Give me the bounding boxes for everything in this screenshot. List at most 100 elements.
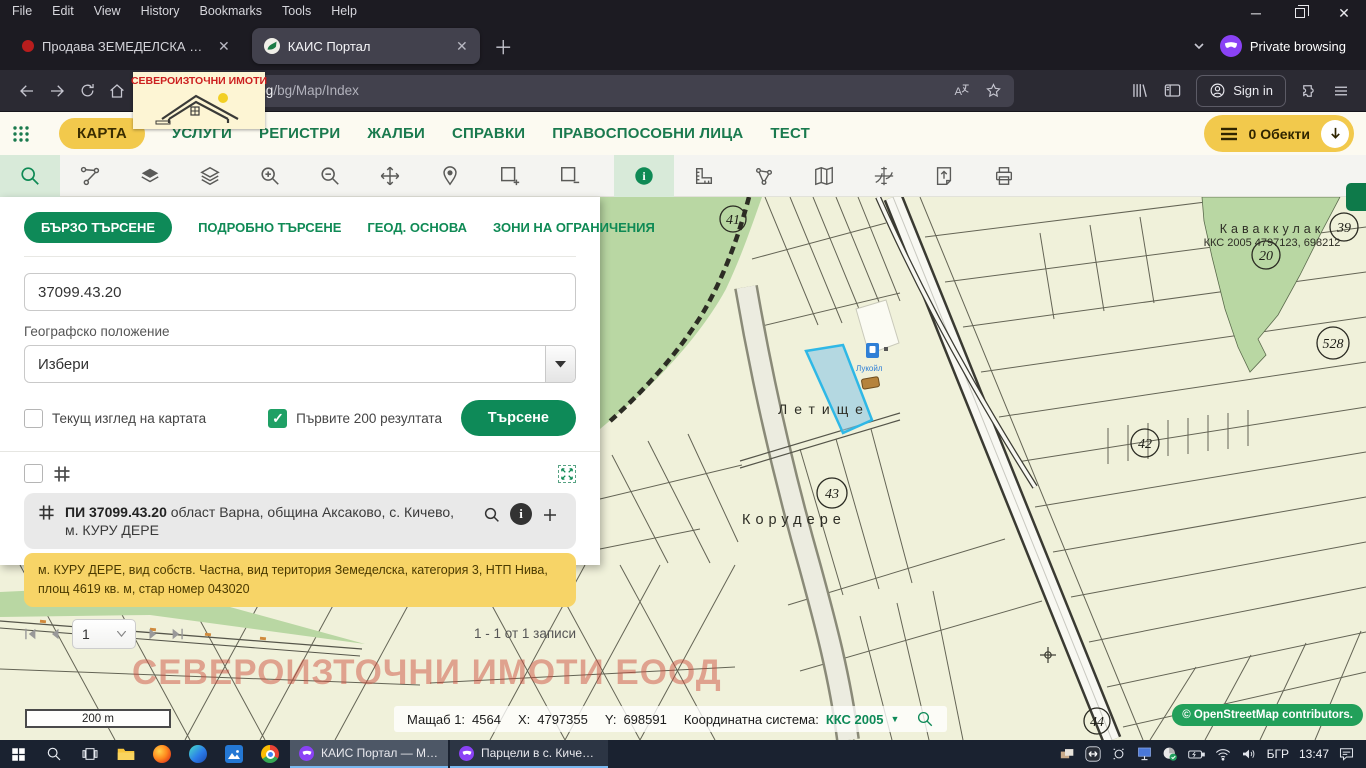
result-row[interactable]: ПИ 37099.43.20 област Варна, община Акса… — [24, 493, 576, 549]
menu-view[interactable]: View — [94, 4, 121, 18]
tray-wifi-icon[interactable] — [1215, 748, 1231, 761]
panel-collapse-toggle[interactable] — [1346, 183, 1366, 211]
tool-location-pin[interactable] — [420, 155, 480, 197]
tool-print[interactable] — [974, 155, 1034, 197]
clock[interactable]: 13:47 — [1299, 747, 1329, 761]
last-page-button[interactable] — [170, 627, 184, 641]
tray-display-icon[interactable] — [1137, 747, 1152, 761]
sign-in-button[interactable]: Sign in — [1196, 75, 1286, 107]
search-button[interactable]: Търсене — [461, 400, 576, 436]
result-info-button[interactable]: i — [510, 503, 532, 525]
tray-capture-icon[interactable] — [1111, 747, 1127, 761]
menu-bookmarks[interactable]: Bookmarks — [199, 4, 262, 18]
sidebar-icon[interactable] — [1163, 81, 1182, 100]
select-dropdown-icon[interactable] — [545, 346, 575, 382]
menu-history[interactable]: History — [141, 4, 180, 18]
tool-search[interactable] — [0, 155, 60, 197]
translate-icon[interactable]: A — [953, 82, 971, 100]
menu-tools[interactable]: Tools — [282, 4, 311, 18]
tray-windows-icon[interactable] — [1060, 748, 1075, 761]
tool-zoom-in[interactable] — [240, 155, 300, 197]
tool-map-sheets[interactable] — [794, 155, 854, 197]
expand-results-button[interactable] — [558, 465, 576, 483]
coordinate-search-icon[interactable] — [916, 710, 934, 728]
home-button[interactable] — [102, 76, 132, 106]
app-menu-icon[interactable] — [1332, 82, 1350, 100]
tool-coordinates[interactable] — [854, 155, 914, 197]
page-select[interactable]: 1 — [72, 619, 136, 649]
tray-remote-icon[interactable] — [1085, 746, 1101, 762]
prev-page-button[interactable] — [48, 627, 62, 641]
bookmark-star-icon[interactable] — [985, 82, 1002, 99]
add-result-button[interactable] — [538, 503, 562, 527]
tab-detailed-search[interactable]: ПОДРОБНО ТЪРСЕНЕ — [198, 220, 341, 235]
taskbar-search-button[interactable] — [36, 740, 72, 768]
file-explorer-button[interactable] — [108, 740, 144, 768]
tool-info[interactable]: i — [614, 155, 674, 197]
nav-registri[interactable]: РЕГИСТРИ — [259, 125, 340, 142]
list-tabs-chevron-icon[interactable] — [1192, 39, 1206, 53]
tool-measure-area[interactable] — [734, 155, 794, 197]
task-view-button[interactable] — [72, 740, 108, 768]
tab-kais-portal[interactable]: КАИС Портал ✕ — [252, 28, 480, 64]
first-200-checkbox[interactable] — [268, 409, 287, 428]
tool-measure-distance[interactable] — [674, 155, 734, 197]
parcel-search-input[interactable] — [24, 273, 576, 311]
url-field[interactable]: kais.cadastre.bg/bg/Map/Index A — [142, 75, 1014, 107]
private-window-icon — [299, 746, 314, 761]
tool-layers-base[interactable] — [120, 155, 180, 197]
tray-volume-icon[interactable] — [1241, 747, 1257, 761]
tool-route[interactable] — [60, 155, 120, 197]
nav-pravosposobni-litsa[interactable]: ПРАВОСПОСОБНИ ЛИЦА — [552, 125, 743, 142]
nav-spravki[interactable]: СПРАВКИ — [452, 125, 525, 142]
tool-zoom-out[interactable] — [300, 155, 360, 197]
tab-prodava[interactable]: Продава ЗЕМЕДЕЛСКА ЗЕМЯ в ✕ — [10, 28, 242, 64]
library-icon[interactable] — [1130, 81, 1149, 100]
tray-battery-icon[interactable] — [1188, 748, 1205, 761]
tool-select-rect-add[interactable] — [480, 155, 540, 197]
menu-help[interactable]: Help — [331, 4, 357, 18]
menu-edit[interactable]: Edit — [52, 4, 74, 18]
select-all-results-checkbox[interactable] — [24, 464, 43, 483]
tab-close-icon[interactable]: ✕ — [456, 38, 468, 55]
tab-close-icon[interactable]: ✕ — [218, 38, 230, 55]
scale-bar-label: 200 m — [82, 713, 114, 725]
tab-quick-search[interactable]: БЪРЗО ТЪРСЕНЕ — [24, 212, 172, 243]
tool-pan[interactable] — [360, 155, 420, 197]
crs-selector[interactable]: Координатна система: ККС 2005 ▼ — [684, 712, 900, 727]
forward-button[interactable] — [42, 76, 72, 106]
nav-karta[interactable]: КАРТА — [59, 118, 145, 149]
nav-test[interactable]: ТЕСТ — [770, 125, 810, 142]
chrome-button[interactable] — [252, 740, 288, 768]
objects-download-circle[interactable] — [1321, 120, 1349, 148]
first-page-button[interactable] — [24, 627, 38, 641]
reload-button[interactable] — [72, 76, 102, 106]
tool-select-rect-remove[interactable] — [540, 155, 600, 197]
apps-grid-icon[interactable] — [12, 124, 32, 144]
language-indicator[interactable]: БГР — [1267, 747, 1289, 761]
tab-restriction-zones[interactable]: ЗОНИ НА ОГРАНИЧЕНИЯ — [493, 220, 655, 235]
osm-attribution[interactable]: © OpenStreetMap contributors. — [1172, 704, 1363, 726]
taskbar-window-parceli[interactable]: Парцели в с. Кичево... — [450, 740, 608, 768]
photos-button[interactable] — [216, 740, 252, 768]
next-page-button[interactable] — [146, 627, 160, 641]
nav-zhalbi[interactable]: ЖАЛБИ — [367, 125, 425, 142]
zoom-to-result-button[interactable] — [480, 503, 504, 527]
house-logo-icon — [144, 87, 254, 127]
edge-button[interactable] — [180, 740, 216, 768]
tab-geodetic-basis[interactable]: ГЕОД. ОСНОВА — [367, 220, 467, 235]
tool-layers[interactable] — [180, 155, 240, 197]
geo-position-select[interactable]: Избери — [24, 345, 576, 383]
current-view-checkbox[interactable] — [24, 409, 43, 428]
tray-security-icon[interactable] — [1162, 746, 1178, 762]
new-tab-button[interactable]: ＋ — [494, 33, 513, 60]
action-center-icon[interactable] — [1339, 747, 1354, 761]
menu-file[interactable]: File — [12, 4, 32, 18]
tool-export[interactable] — [914, 155, 974, 197]
taskbar-window-kais[interactable]: КАИС Портал — Mo... — [290, 740, 448, 768]
extensions-icon[interactable] — [1300, 82, 1318, 100]
firefox-button[interactable] — [144, 740, 180, 768]
objects-button[interactable]: 0 Обекти — [1204, 115, 1354, 152]
start-button[interactable] — [0, 740, 36, 768]
back-button[interactable] — [12, 76, 42, 106]
